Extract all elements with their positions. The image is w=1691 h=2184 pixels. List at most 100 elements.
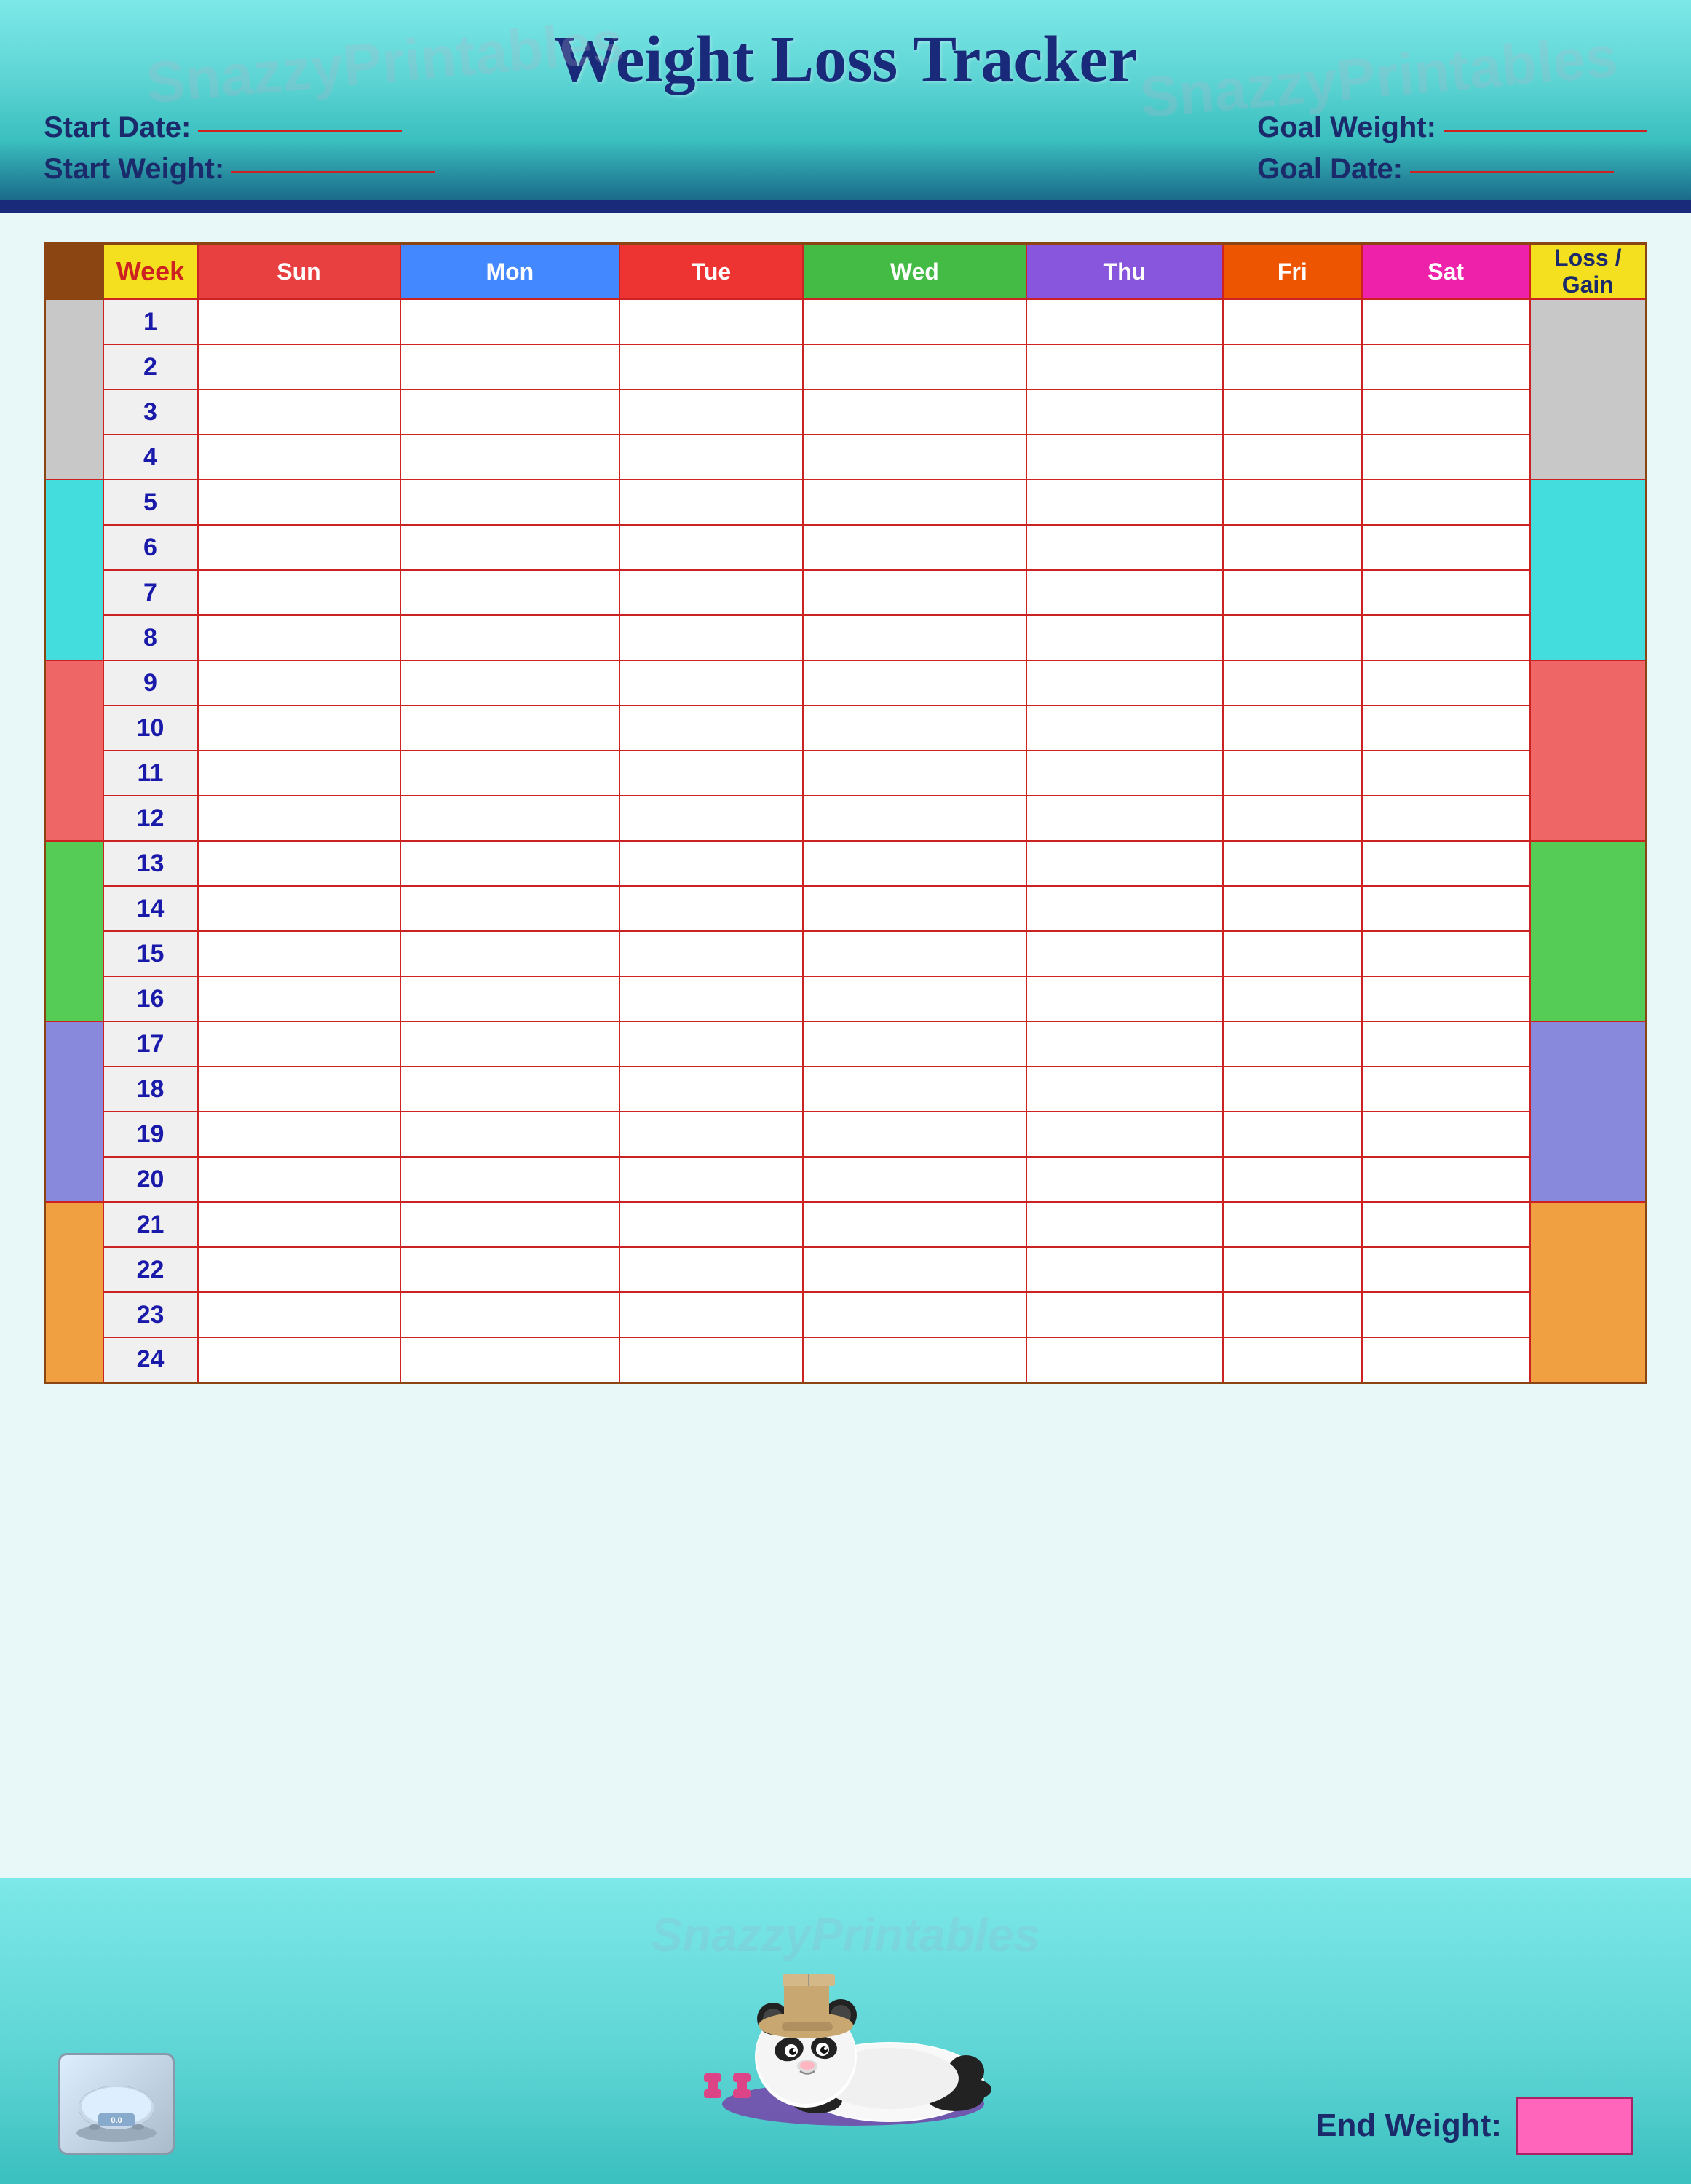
day-cell[interactable] [1362,931,1530,976]
day-cell[interactable] [1223,1292,1362,1337]
day-cell[interactable] [1362,886,1530,931]
day-cell[interactable] [1026,389,1223,435]
day-cell[interactable] [619,976,803,1021]
day-cell[interactable] [1026,1067,1223,1112]
day-cell[interactable] [1026,660,1223,705]
day-cell[interactable] [1223,1021,1362,1067]
day-cell[interactable] [803,525,1026,570]
day-cell[interactable] [1026,1337,1223,1382]
day-cell[interactable] [198,841,400,886]
day-cell[interactable] [1362,480,1530,525]
day-cell[interactable] [198,570,400,615]
day-cell[interactable] [400,344,620,389]
day-cell[interactable] [400,525,620,570]
loss-gain-cell[interactable] [1530,841,1647,1021]
day-cell[interactable] [619,1157,803,1202]
day-cell[interactable] [1223,705,1362,751]
day-cell[interactable] [619,1337,803,1382]
day-cell[interactable] [619,480,803,525]
day-cell[interactable] [1026,751,1223,796]
day-cell[interactable] [619,841,803,886]
day-cell[interactable] [400,299,620,344]
day-cell[interactable] [400,1247,620,1292]
day-cell[interactable] [1223,480,1362,525]
day-cell[interactable] [803,1292,1026,1337]
day-cell[interactable] [1362,1337,1530,1382]
day-cell[interactable] [198,796,400,841]
day-cell[interactable] [198,705,400,751]
day-cell[interactable] [1026,886,1223,931]
day-cell[interactable] [400,1292,620,1337]
loss-gain-cell[interactable] [1530,660,1647,841]
day-cell[interactable] [1362,1021,1530,1067]
day-cell[interactable] [619,1112,803,1157]
day-cell[interactable] [1362,1247,1530,1292]
day-cell[interactable] [400,1157,620,1202]
day-cell[interactable] [1026,570,1223,615]
day-cell[interactable] [198,299,400,344]
day-cell[interactable] [1026,796,1223,841]
day-cell[interactable] [803,660,1026,705]
day-cell[interactable] [1362,344,1530,389]
day-cell[interactable] [400,705,620,751]
day-cell[interactable] [198,1202,400,1247]
day-cell[interactable] [198,389,400,435]
day-cell[interactable] [1223,299,1362,344]
day-cell[interactable] [1362,1202,1530,1247]
loss-gain-cell[interactable] [1530,1202,1647,1382]
day-cell[interactable] [1026,615,1223,660]
day-cell[interactable] [803,1021,1026,1067]
day-cell[interactable] [1362,299,1530,344]
end-weight-input[interactable] [1516,2097,1633,2155]
day-cell[interactable] [198,751,400,796]
loss-gain-cell[interactable] [1530,480,1647,660]
day-cell[interactable] [803,299,1026,344]
day-cell[interactable] [619,570,803,615]
day-cell[interactable] [619,1292,803,1337]
day-cell[interactable] [1223,615,1362,660]
day-cell[interactable] [1362,976,1530,1021]
day-cell[interactable] [803,841,1026,886]
day-cell[interactable] [198,660,400,705]
day-cell[interactable] [803,1112,1026,1157]
day-cell[interactable] [400,841,620,886]
day-cell[interactable] [400,570,620,615]
day-cell[interactable] [400,886,620,931]
day-cell[interactable] [400,660,620,705]
goal-date-line[interactable] [1410,166,1614,173]
day-cell[interactable] [400,1202,620,1247]
day-cell[interactable] [1223,389,1362,435]
day-cell[interactable] [1026,931,1223,976]
day-cell[interactable] [1026,1112,1223,1157]
day-cell[interactable] [400,435,620,480]
day-cell[interactable] [1223,751,1362,796]
day-cell[interactable] [1223,660,1362,705]
loss-gain-cell[interactable] [1530,1021,1647,1202]
goal-weight-line[interactable] [1444,124,1647,132]
day-cell[interactable] [400,1112,620,1157]
day-cell[interactable] [1362,705,1530,751]
day-cell[interactable] [1362,435,1530,480]
day-cell[interactable] [1026,344,1223,389]
day-cell[interactable] [803,751,1026,796]
day-cell[interactable] [1026,1292,1223,1337]
day-cell[interactable] [803,705,1026,751]
day-cell[interactable] [1026,1157,1223,1202]
day-cell[interactable] [1223,1157,1362,1202]
day-cell[interactable] [400,480,620,525]
day-cell[interactable] [1362,1157,1530,1202]
day-cell[interactable] [400,1067,620,1112]
day-cell[interactable] [1362,660,1530,705]
day-cell[interactable] [1223,796,1362,841]
day-cell[interactable] [1362,1067,1530,1112]
day-cell[interactable] [803,615,1026,660]
day-cell[interactable] [1026,1202,1223,1247]
day-cell[interactable] [1026,480,1223,525]
day-cell[interactable] [619,931,803,976]
day-cell[interactable] [400,1337,620,1382]
day-cell[interactable] [803,1202,1026,1247]
day-cell[interactable] [619,615,803,660]
day-cell[interactable] [619,1021,803,1067]
day-cell[interactable] [1223,1112,1362,1157]
day-cell[interactable] [400,389,620,435]
